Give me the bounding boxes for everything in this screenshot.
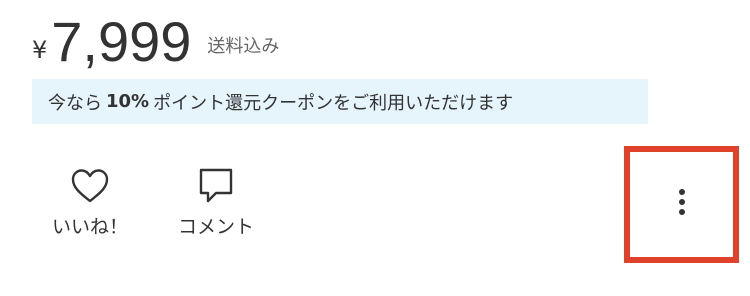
like-label: いいね！	[51, 216, 128, 238]
speech-bubble-icon	[194, 166, 238, 206]
more-options-button[interactable]	[660, 180, 704, 228]
coupon-banner[interactable]: 今なら 10% ポイント還元クーポンをご利用いただけます	[32, 79, 648, 124]
coupon-highlight: 10%	[106, 91, 150, 112]
like-button[interactable]: いいね！	[42, 166, 138, 239]
vertical-ellipsis-icon	[677, 187, 687, 221]
price-row: ¥ 7,999 送料込み	[32, 8, 279, 80]
currency-symbol: ¥	[32, 36, 48, 64]
heart-icon	[68, 166, 112, 206]
coupon-prefix: 今なら	[48, 92, 102, 114]
comment-button[interactable]: コメント	[168, 166, 264, 239]
price-amount: 7,999	[51, 10, 192, 73]
coupon-suffix: ポイント還元クーポンをご利用いただけます	[153, 92, 514, 114]
comment-label: コメント	[177, 216, 254, 238]
shipping-note: 送料込み	[207, 36, 280, 57]
item-price-section: ¥ 7,999 送料込み 今なら 10% ポイント還元クーポンをご利用いただけま…	[0, 0, 750, 296]
